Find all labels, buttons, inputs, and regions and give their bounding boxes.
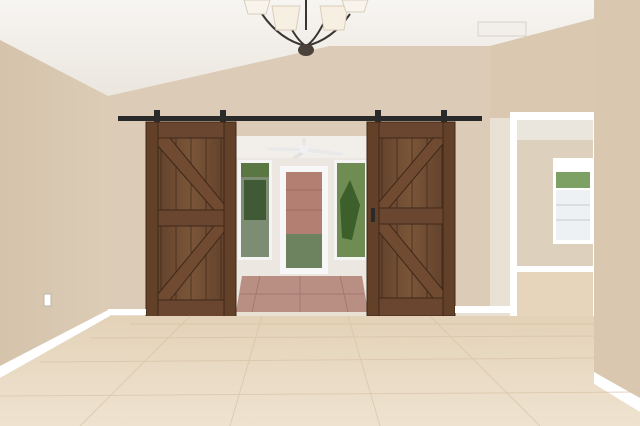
- sunroom-opening: [236, 136, 368, 313]
- right-barn-door[interactable]: [366, 121, 456, 317]
- room-photo: [0, 0, 640, 426]
- right-wall-pillar: [594, 0, 640, 400]
- left-barn-door[interactable]: [145, 121, 237, 319]
- outlet-icon: [43, 293, 52, 307]
- hallway-doorway: [510, 112, 594, 318]
- door-handle[interactable]: [371, 208, 375, 222]
- barn-door-rail: [118, 116, 482, 121]
